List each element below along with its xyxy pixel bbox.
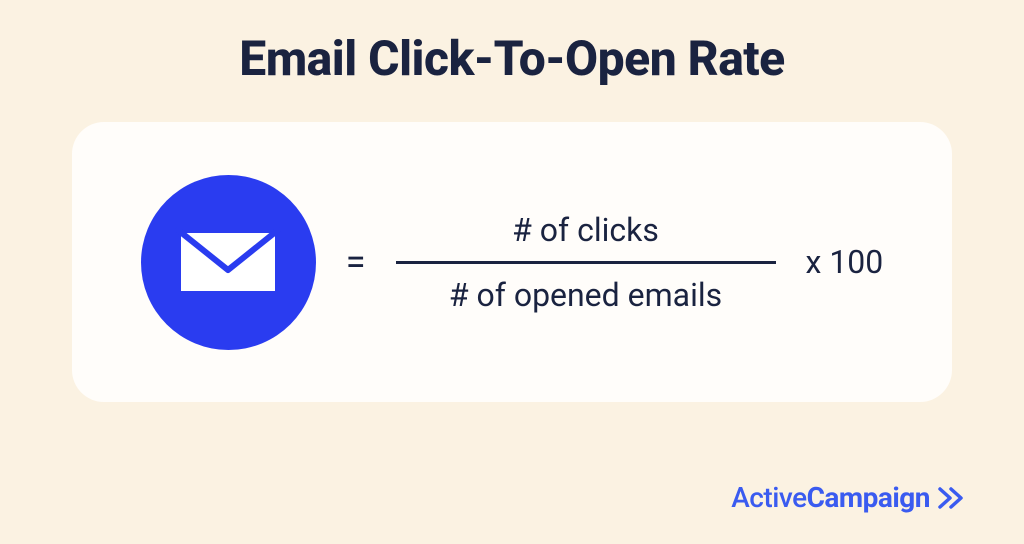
fraction-line xyxy=(396,261,776,264)
equals-sign: = xyxy=(346,241,366,283)
formula-card: = # of clicks # of opened emails x 100 xyxy=(72,122,952,402)
email-icon xyxy=(173,222,283,302)
brand-name-part2: Campaign xyxy=(807,481,930,514)
email-icon-circle xyxy=(141,175,316,350)
fraction-denominator: # of opened emails xyxy=(449,276,722,314)
brand-name-part1: Active xyxy=(731,481,806,514)
fraction: # of clicks # of opened emails xyxy=(396,211,776,314)
fraction-numerator: # of clicks xyxy=(512,211,659,249)
brand-logo: ActiveCampaign xyxy=(731,481,964,514)
page-title: Email Click-To-Open Rate xyxy=(239,30,784,87)
brand-name: ActiveCampaign xyxy=(731,481,930,514)
brand-arrow-icon xyxy=(938,486,964,510)
multiply-suffix: x 100 xyxy=(806,243,884,281)
